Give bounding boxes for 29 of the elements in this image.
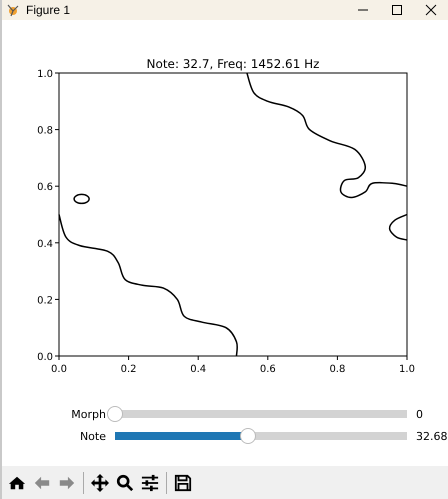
y-tick-label: 0.4 <box>37 238 53 250</box>
slider-value: 32.68 <box>415 430 448 442</box>
pan-button[interactable] <box>89 472 111 494</box>
x-tick-label: 0.6 <box>260 364 276 375</box>
y-tick-label: 1.0 <box>37 69 53 80</box>
close-icon <box>425 4 437 16</box>
app-icon <box>6 3 20 17</box>
y-tick-label: 0.6 <box>37 182 53 194</box>
y-tick-label: 0.8 <box>37 126 53 137</box>
x-tick-label: 0.2 <box>120 364 137 375</box>
plot-title: Note: 32.7, Freq: 1452.61 Hz <box>146 57 320 71</box>
slider-thumb[interactable] <box>240 428 256 444</box>
y-tick-label: 0.2 <box>37 295 53 306</box>
slider-thumb[interactable] <box>107 406 123 422</box>
contour-line <box>388 214 408 241</box>
save-icon <box>174 474 192 492</box>
x-tick-label: 0.8 <box>329 364 346 375</box>
sliders-icon <box>141 474 159 492</box>
move-icon <box>91 474 109 492</box>
maximize-icon <box>391 4 403 16</box>
zoom-icon <box>116 474 134 492</box>
window-title: Figure 1 <box>26 3 72 17</box>
slider-label: Note <box>80 430 107 442</box>
x-tick-label: 1.0 <box>399 364 415 375</box>
slider-label: Morph <box>71 408 107 420</box>
slider-value: 0 <box>415 408 423 420</box>
y-tick-label: 0.0 <box>37 352 53 363</box>
x-tick-label: 0.4 <box>190 364 206 375</box>
x-tick-label: 0.0 <box>51 364 67 375</box>
